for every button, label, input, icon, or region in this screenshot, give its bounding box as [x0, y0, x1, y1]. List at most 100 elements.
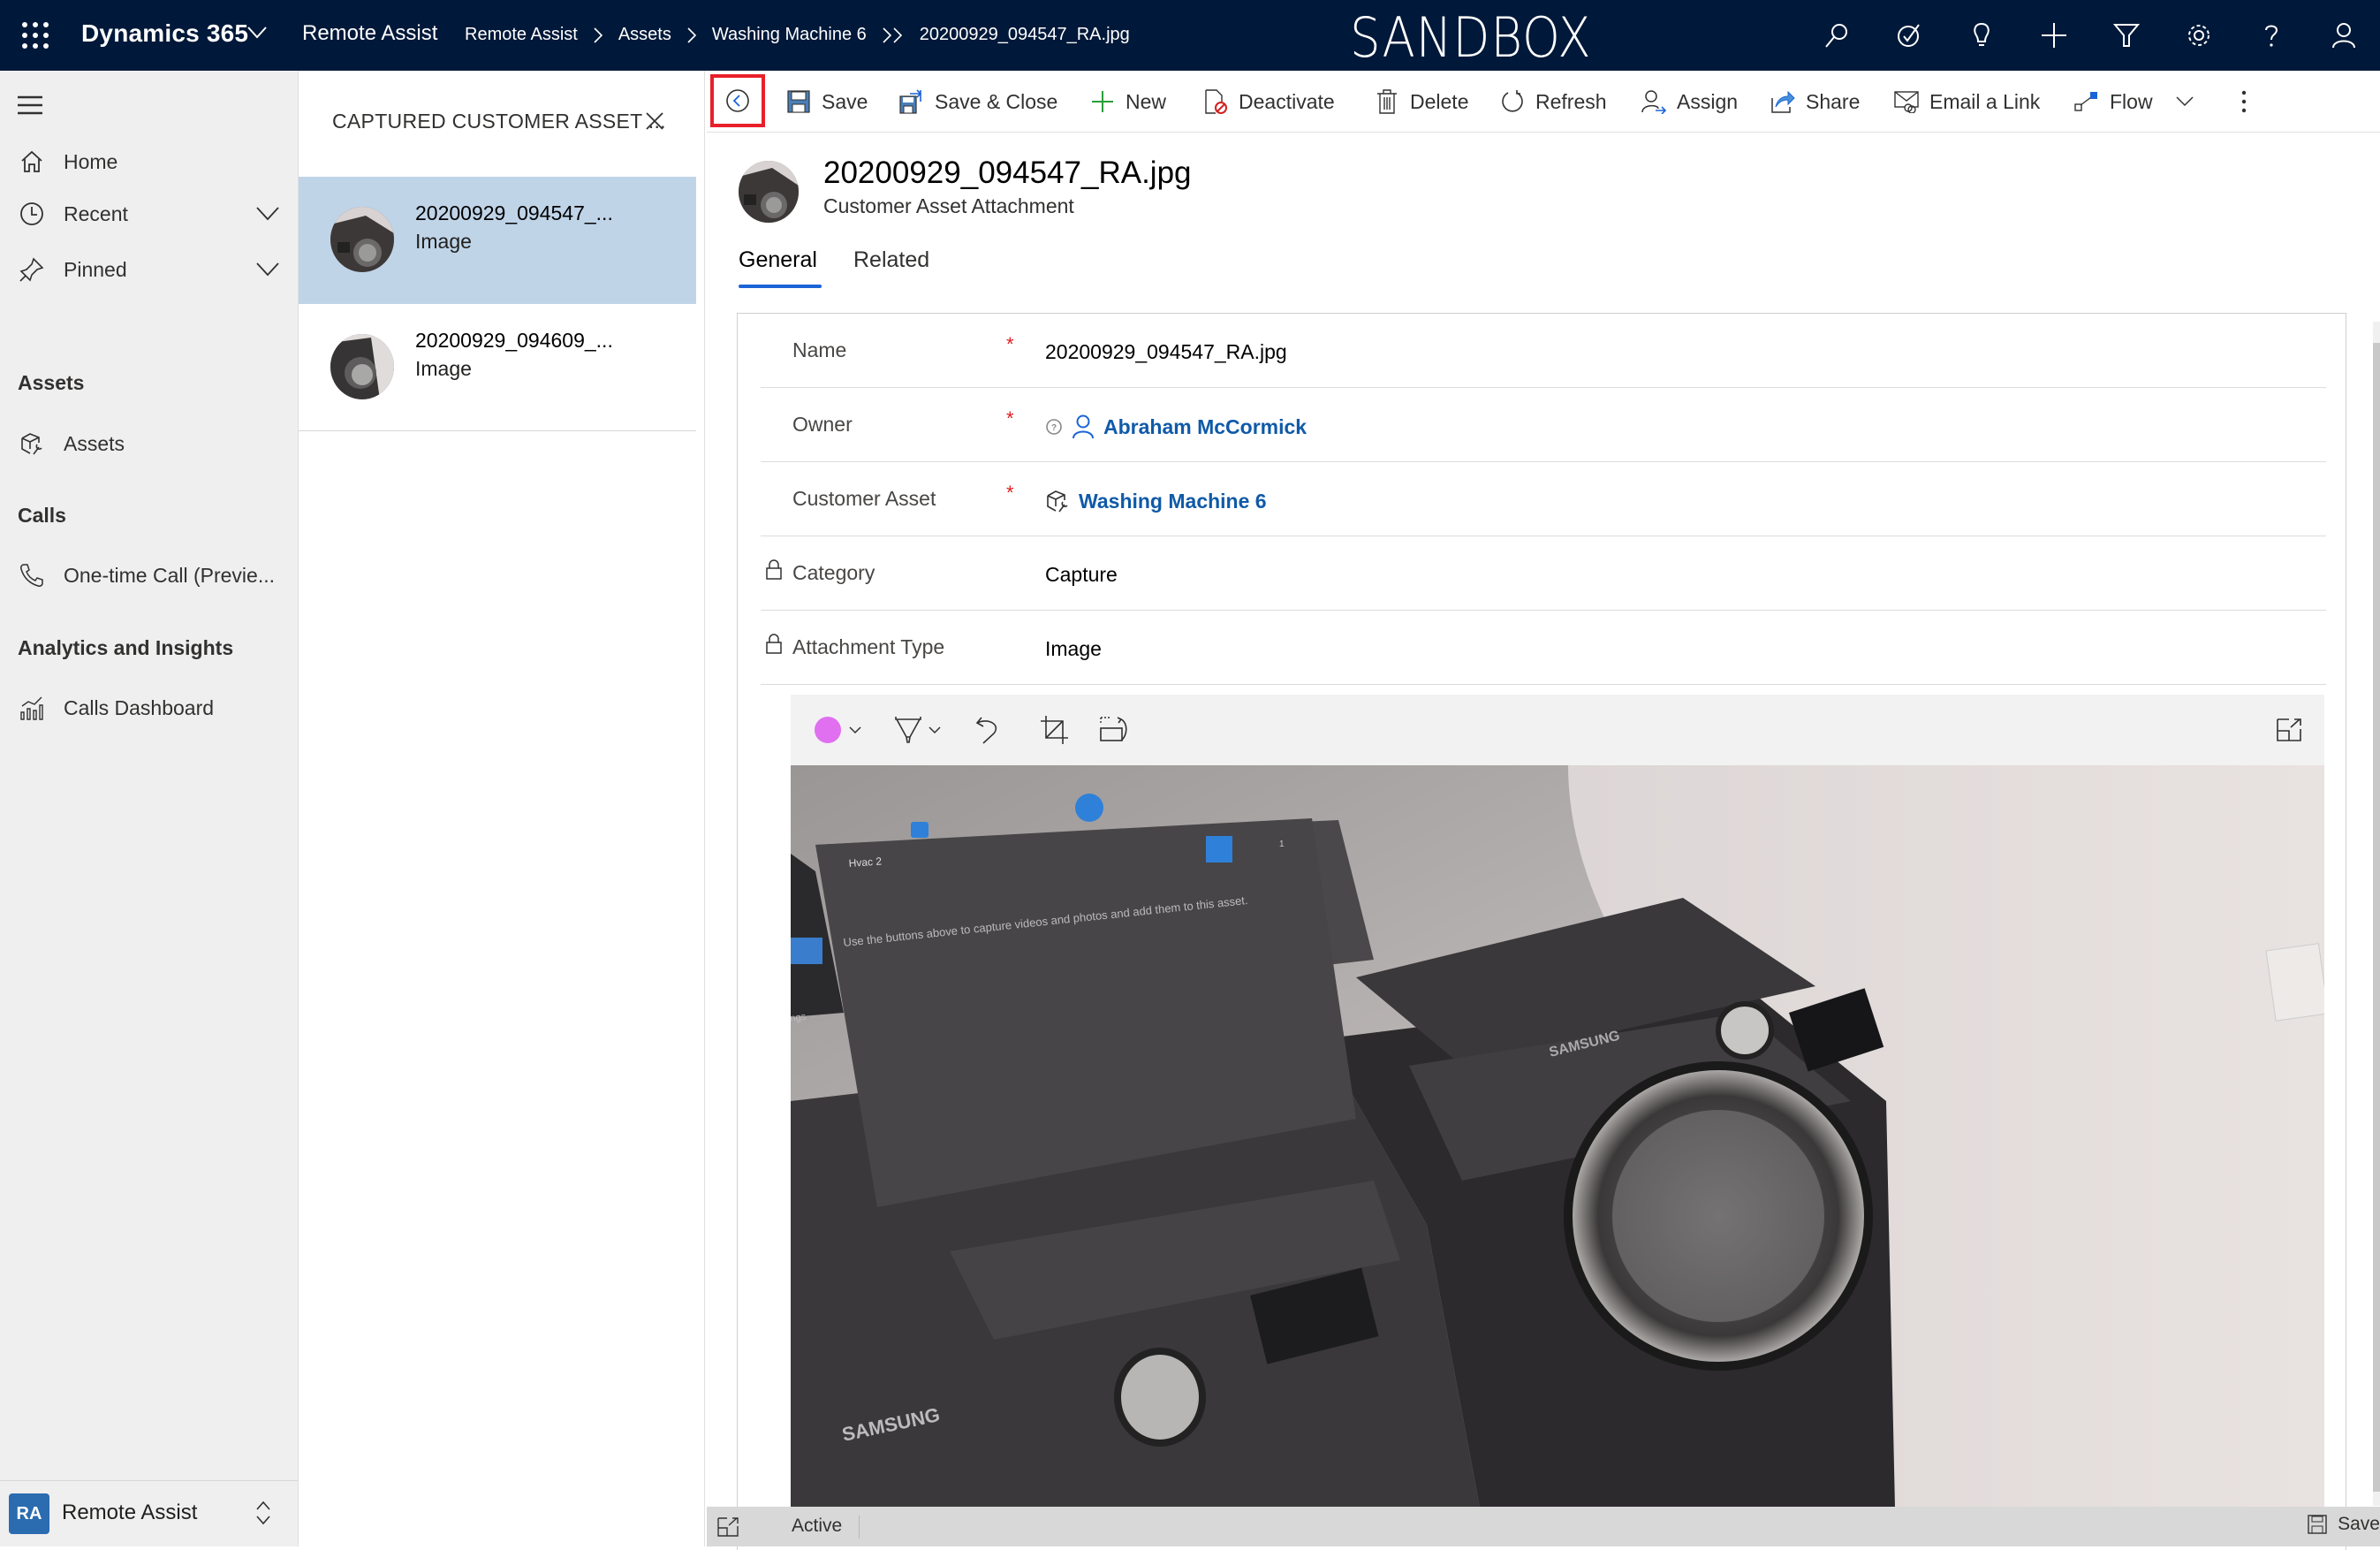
name-input[interactable]: 20200929_094547_RA.jpg	[1045, 340, 1287, 364]
list-item[interactable]: 20200929_094547_... Image	[299, 177, 696, 304]
area-badge: RA	[9, 1493, 49, 1534]
task-button[interactable]	[1873, 0, 1945, 71]
rotate-button[interactable]	[1100, 710, 1130, 749]
lock-icon	[766, 559, 782, 581]
status-save-button[interactable]: Save	[2308, 1514, 2380, 1535]
close-panel-button[interactable]	[645, 111, 664, 131]
task-icon	[1898, 24, 1920, 47]
chevron-down-icon[interactable]	[256, 262, 279, 277]
search-button[interactable]	[1800, 0, 1873, 71]
email-link-button[interactable]: Email a Link	[1894, 71, 2040, 133]
delete-button[interactable]: Delete	[1375, 71, 1468, 133]
share-button[interactable]: Share	[1770, 71, 1860, 133]
deactivate-button[interactable]: Deactivate	[1203, 71, 1335, 133]
command-bar: Save Save & Close New Deactivate Delete …	[707, 71, 2380, 133]
nav-item-home[interactable]: Home	[0, 136, 299, 187]
chevron-down-icon[interactable]	[256, 207, 279, 221]
nav-item-one-time-call[interactable]: One-time Call (Previe...	[0, 550, 299, 601]
nav-item-calls-dashboard[interactable]: Calls Dashboard	[0, 682, 299, 733]
up-down-chevron-icon	[254, 1499, 272, 1527]
filter-button[interactable]	[2090, 0, 2163, 71]
new-button[interactable]: New	[1090, 71, 1166, 133]
record-list-panel: CAPTURED CUSTOMER ASSET ... 20200929_094…	[299, 71, 705, 1546]
nav-item-label: Home	[64, 149, 118, 173]
asset-icon	[18, 429, 46, 458]
vertical-scrollbar[interactable]	[2373, 322, 2380, 1506]
color-picker-button[interactable]	[814, 710, 861, 749]
status-divider	[859, 1516, 860, 1539]
save-close-button[interactable]: Save & Close	[899, 71, 1057, 133]
nav-item-label: Calls Dashboard	[64, 695, 215, 719]
field-label: Category	[792, 561, 875, 584]
command-label: Delete	[1410, 89, 1469, 113]
help-button[interactable]	[2235, 0, 2308, 71]
owner-lookup[interactable]: ? Abraham McCormick	[1045, 414, 1307, 439]
new-button[interactable]	[2018, 0, 2090, 71]
nav-item-recent[interactable]: Recent	[0, 188, 299, 239]
save-close-icon	[899, 89, 924, 114]
assign-button[interactable]: Assign	[1641, 71, 1738, 133]
settings-button[interactable]	[2163, 0, 2235, 71]
more-commands-button[interactable]	[2240, 71, 2247, 133]
list-item[interactable]: 20200929_094609_... Image	[299, 304, 696, 431]
user-icon	[2332, 23, 2355, 49]
breadcrumb-item[interactable]: Washing Machine 6	[712, 25, 867, 45]
expand-image-button[interactable]	[2277, 710, 2301, 749]
undo-button[interactable]	[974, 710, 1001, 749]
customer-asset-link[interactable]: Washing Machine 6	[1079, 490, 1267, 513]
required-indicator: *	[1006, 333, 1014, 355]
app-launcher-button[interactable]	[19, 19, 51, 51]
refresh-button[interactable]: Refresh	[1500, 71, 1607, 133]
svg-text:?: ?	[1051, 423, 1057, 433]
field-name: Name * 20200929_094547_RA.jpg	[761, 314, 2326, 388]
phone-icon	[18, 561, 46, 589]
rotate-icon	[1100, 717, 1127, 741]
tab-general[interactable]: General	[739, 247, 817, 273]
pen-tool-button[interactable]	[895, 710, 941, 749]
nav-item-assets[interactable]: Assets	[0, 418, 299, 469]
pin-icon	[18, 255, 46, 284]
save-button[interactable]: Save	[786, 71, 868, 133]
area-label: Remote Assist	[62, 1501, 198, 1524]
attachment-type-value: Image	[1045, 637, 1102, 660]
command-label: Flow	[2110, 89, 2153, 113]
record-thumbnail	[330, 334, 394, 399]
app-name[interactable]: Remote Assist	[302, 21, 437, 46]
chevron-down-icon[interactable]	[2176, 96, 2194, 107]
asset-icon	[1047, 490, 1068, 513]
scrollbar-thumb[interactable]	[2373, 343, 2380, 1492]
breadcrumb-item[interactable]: Remote Assist	[465, 25, 578, 45]
flow-icon	[2074, 89, 2099, 114]
crop-button[interactable]	[1040, 710, 1068, 749]
customer-asset-lookup[interactable]: Washing Machine 6	[1045, 489, 1267, 513]
nav-item-pinned[interactable]: Pinned	[0, 244, 299, 295]
required-indicator: *	[1006, 482, 1014, 504]
brand-chevron-down-icon[interactable]	[247, 27, 267, 39]
field-label: Owner	[792, 413, 853, 436]
open-in-new-window-button[interactable]	[717, 1517, 739, 1537]
user-icon	[1073, 414, 1094, 439]
chevron-down-icon	[929, 726, 941, 734]
open-new-window-icon	[717, 1517, 739, 1537]
flow-button[interactable]: Flow	[2074, 71, 2194, 133]
tab-related[interactable]: Related	[853, 247, 929, 273]
breadcrumb-item[interactable]: Assets	[618, 25, 671, 45]
more-vertical-icon	[2241, 90, 2247, 113]
area-switcher[interactable]: RA Remote Assist	[0, 1480, 299, 1546]
nav-item-label: Recent	[64, 201, 128, 225]
filter-icon	[2113, 24, 2140, 47]
nav-group-title: Analytics and Insights	[18, 636, 234, 659]
save-icon	[786, 89, 811, 114]
refresh-icon	[1500, 89, 1525, 114]
captured-photo: SAMSUNG SAMSUNG Hvac 2 Use the buttons a…	[791, 765, 2324, 1508]
back-button[interactable]	[710, 74, 765, 127]
brand-name[interactable]: Dynamics 365	[81, 19, 248, 48]
owner-name-link[interactable]: Abraham McCormick	[1103, 415, 1307, 439]
ideas-button[interactable]	[1945, 0, 2018, 71]
hamburger-menu-button[interactable]	[18, 95, 42, 115]
settings-icon	[2188, 25, 2209, 46]
command-label: Save & Close	[935, 89, 1058, 113]
user-profile-button[interactable]	[2308, 0, 2380, 71]
record-status: Active	[792, 1516, 843, 1536]
assign-icon	[1641, 89, 1666, 114]
